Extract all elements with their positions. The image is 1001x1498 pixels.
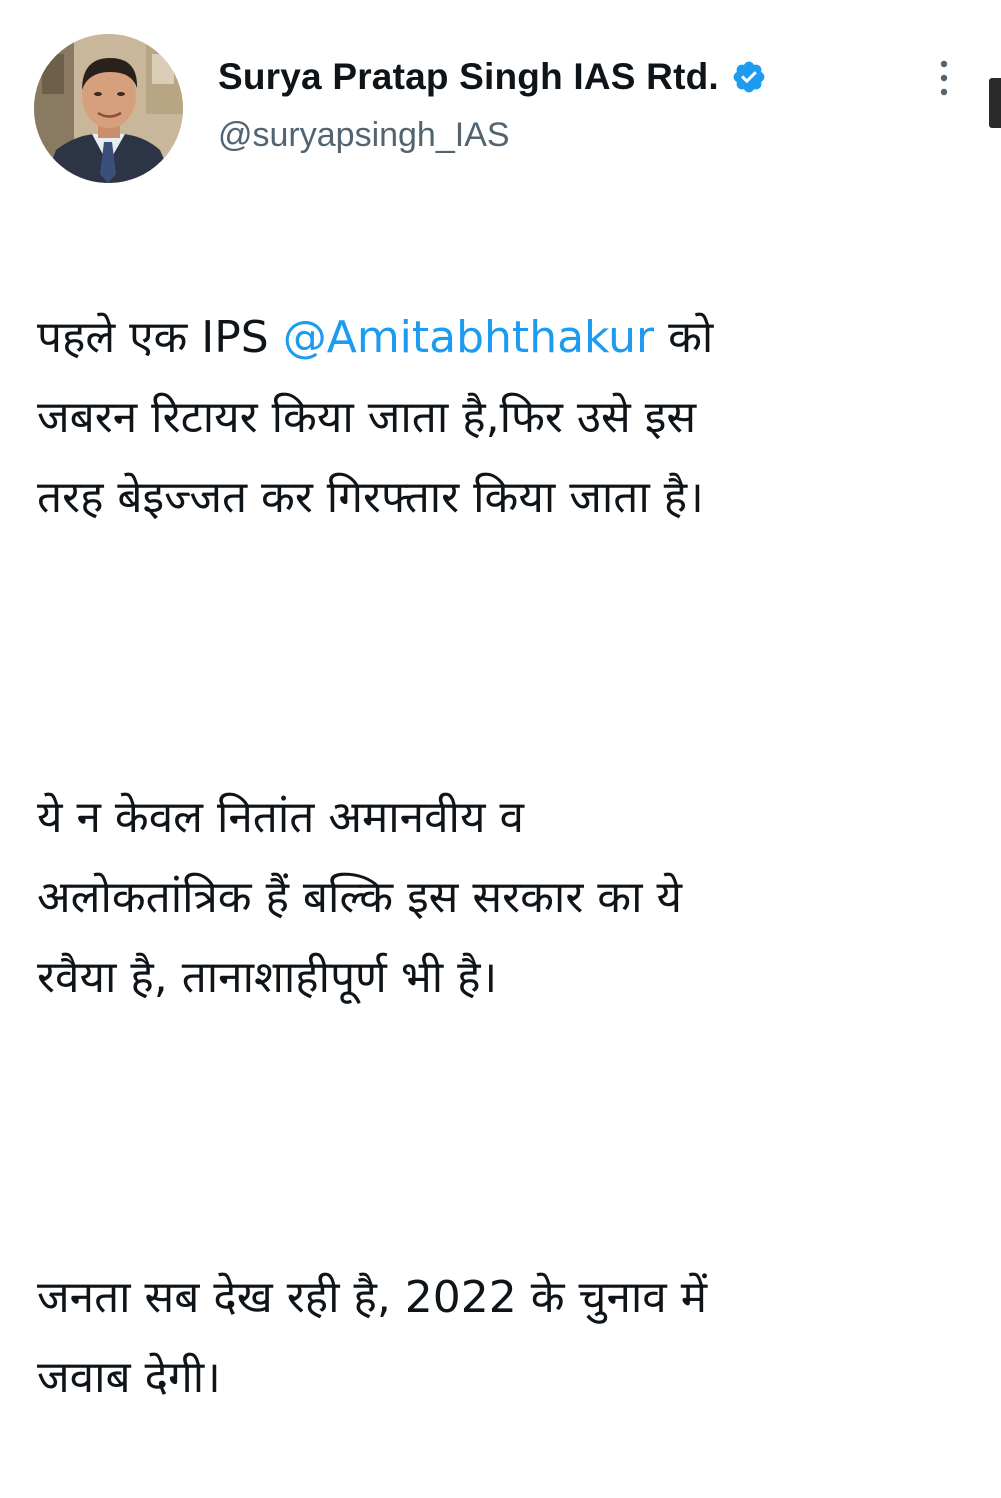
more-options-icon[interactable] [929,56,959,100]
mention-link[interactable]: @Amitabhthakur [283,312,654,363]
tweet-text-segment: पहले एक IPS [37,312,283,363]
author-avatar[interactable] [34,34,183,183]
tweet-paragraph-2: ये न केवल नितांत अमानवीय व अलोकतांत्रिक … [37,792,683,1003]
tweet: Surya Pratap Singh IAS Rtd. @suryapsingh… [0,0,1001,1403]
verified-badge-icon [731,59,767,95]
edge-overlay [989,78,1001,128]
author-display-name[interactable]: Surya Pratap Singh IAS Rtd. [218,56,719,98]
tweet-paragraph-1: पहले एक IPS @Amitabhthakur को जबरन रिटाय… [37,298,977,538]
tweet-text: पहले एक IPS @Amitabhthakur को जबरन रिटाय… [37,218,977,1498]
author-handle[interactable]: @suryapsingh_IAS [218,116,767,155]
tweet-header: Surya Pratap Singh IAS Rtd. @suryapsingh… [218,52,767,155]
author-name-row: Surya Pratap Singh IAS Rtd. [218,52,767,102]
tweet-paragraph-3: जनता सब देख रही है, 2022 के चुनाव में जव… [37,1272,708,1403]
